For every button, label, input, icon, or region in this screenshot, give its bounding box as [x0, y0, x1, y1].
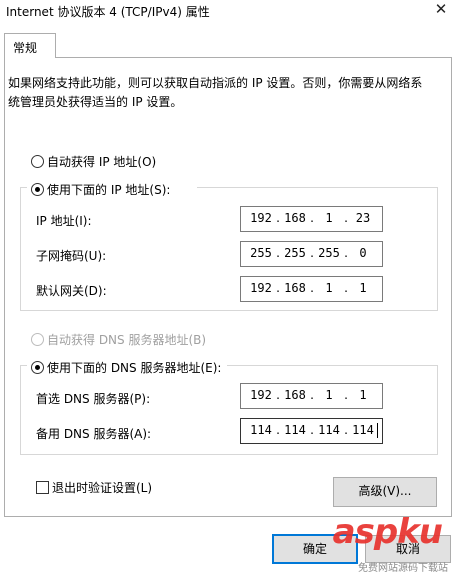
- dns-manual-label[interactable]: 使用下面的 DNS 服务器地址(E):: [47, 359, 221, 376]
- alternate-dns-label: 备用 DNS 服务器(A):: [36, 427, 152, 441]
- ip-address-octet-2: 168: [284, 211, 306, 225]
- ip-auto-label[interactable]: 自动获得 IP 地址(O): [47, 153, 156, 170]
- gateway-octet-3: 1: [325, 281, 333, 295]
- title-bar: Internet 协议版本 4 (TCP/IPv4) 属性 ✕: [0, 0, 458, 22]
- validate-on-exit-label[interactable]: 退出时验证设置(L): [52, 479, 152, 496]
- preferred-dns-field[interactable]: 192 . 168 . 1 . 1: [240, 383, 383, 409]
- ip-address-octet-3: 1: [325, 211, 333, 225]
- gateway-octet-2: 168: [284, 281, 306, 295]
- window-title: Internet 协议版本 4 (TCP/IPv4) 属性: [6, 5, 210, 19]
- subnet-mask-octet-2: 255: [284, 246, 306, 260]
- watermark-logo: aspku: [332, 512, 443, 552]
- ip-address-octet-4: 23: [355, 211, 371, 225]
- tab-general-label: 常规: [13, 41, 38, 55]
- preferred-dns-octet-4: 1: [359, 388, 367, 402]
- description-text: 如果网络支持此功能，则可以获取自动指派的 IP 设置。否则，你需要从网络系统管理…: [8, 76, 423, 109]
- subnet-mask-octet-1: 255: [250, 246, 272, 260]
- advanced-button[interactable]: 高级(V)...: [333, 477, 437, 507]
- subnet-mask-octet-3: 255: [318, 246, 340, 260]
- dns-auto-label[interactable]: 自动获得 DNS 服务器地址(B): [47, 331, 206, 348]
- watermark-tagline: 免费网站源码下载站: [358, 563, 448, 574]
- subnet-mask-octet-4: 0: [359, 246, 367, 260]
- alternate-dns-octet-3: 114: [318, 423, 340, 437]
- alternate-dns-octet-4: 114: [352, 423, 374, 437]
- preferred-dns-octet-2: 168: [284, 388, 306, 402]
- validate-on-exit-checkbox[interactable]: [36, 481, 49, 494]
- ip-address-label: IP 地址(I):: [36, 214, 92, 228]
- dns-manual-radio[interactable]: [31, 361, 44, 374]
- subnet-mask-label: 子网掩码(U):: [36, 249, 107, 263]
- preferred-dns-octet-3: 1: [325, 388, 333, 402]
- ip-manual-radio[interactable]: [31, 183, 44, 196]
- close-icon[interactable]: ✕: [430, 0, 452, 20]
- subnet-mask-field[interactable]: 255 . 255 . 255 . 0: [240, 241, 383, 267]
- ip-auto-radio[interactable]: [31, 155, 44, 168]
- alternate-dns-field[interactable]: 114 . 114 . 114 . 114: [240, 418, 383, 444]
- ip-address-octet-1: 192: [250, 211, 272, 225]
- ip-manual-label[interactable]: 使用下面的 IP 地址(S):: [47, 181, 170, 198]
- dns-auto-radio[interactable]: [31, 333, 44, 346]
- gateway-octet-1: 192: [250, 281, 272, 295]
- alternate-dns-octet-1: 114: [250, 423, 272, 437]
- text-cursor: [377, 423, 378, 438]
- gateway-octet-4: 1: [359, 281, 367, 295]
- tab-general[interactable]: 常规: [4, 33, 56, 58]
- gateway-field[interactable]: 192 . 168 . 1 . 1: [240, 276, 383, 302]
- preferred-dns-octet-1: 192: [250, 388, 272, 402]
- alternate-dns-octet-2: 114: [284, 423, 306, 437]
- ip-address-field[interactable]: 192 . 168 . 1 . 23: [240, 206, 383, 232]
- preferred-dns-label: 首选 DNS 服务器(P):: [36, 392, 151, 406]
- gateway-label: 默认网关(D):: [36, 284, 107, 298]
